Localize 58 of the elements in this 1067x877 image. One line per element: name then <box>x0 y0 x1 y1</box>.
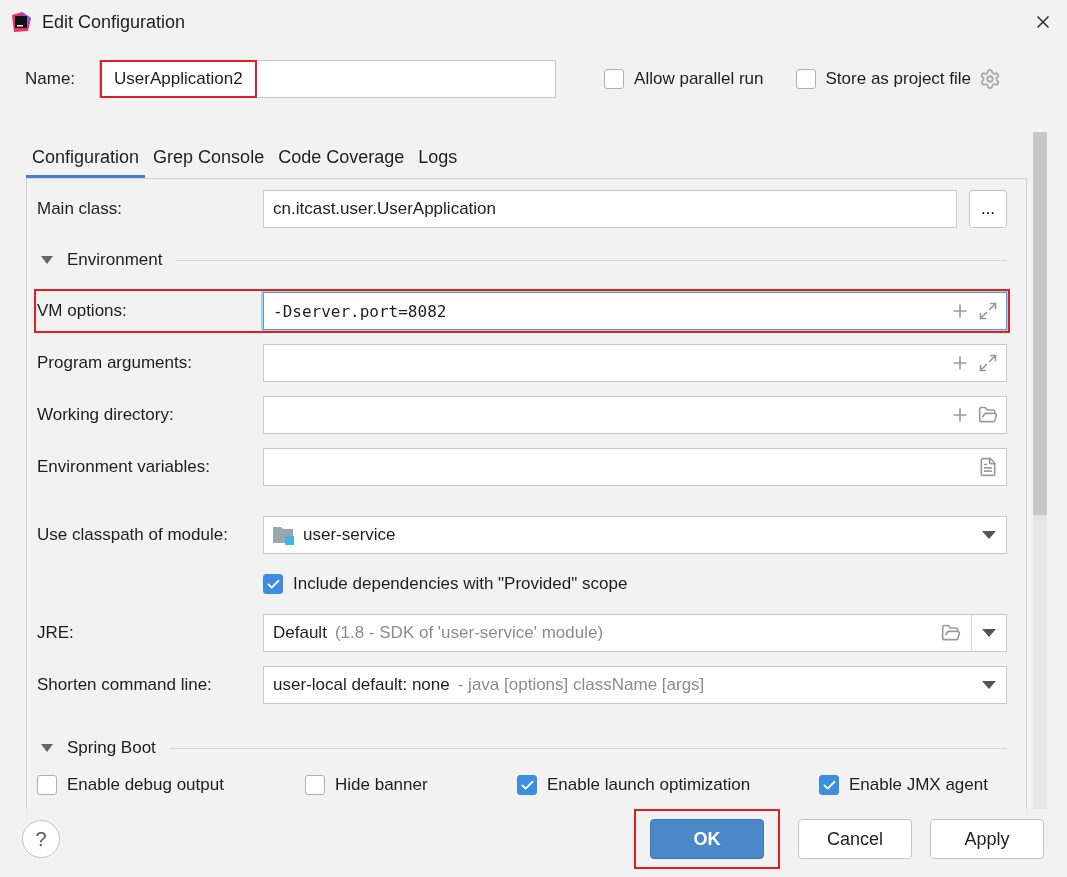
collapse-triangle-icon[interactable] <box>41 743 53 753</box>
input-field[interactable] <box>263 448 1007 486</box>
settings-icon[interactable] <box>979 68 1002 90</box>
field-label: JRE: <box>37 623 75 643</box>
tab[interactable]: Logs <box>412 132 464 178</box>
checkbox[interactable] <box>263 574 283 594</box>
checkbox-label: Store as project file <box>825 69 972 89</box>
tab[interactable]: Code Coverage <box>272 132 411 178</box>
checkbox-label: Hide banner <box>335 775 428 795</box>
section-title: Environment <box>67 250 163 270</box>
checkbox[interactable] <box>604 69 625 89</box>
checkbox[interactable] <box>37 775 57 795</box>
scrollbar[interactable] <box>1033 132 1047 809</box>
dropdown-arrow-icon[interactable] <box>982 629 996 637</box>
field-label: VM options: <box>37 301 128 321</box>
help-button[interactable]: ? <box>22 820 60 858</box>
field-label: Use classpath of module: <box>37 525 229 545</box>
section-title: Spring Boot <box>67 738 156 758</box>
checkbox[interactable] <box>305 775 325 795</box>
input-field[interactable]: cn.itcast.user.UserApplication <box>263 190 957 228</box>
dropdown[interactable]: user-local default: none - java [options] className [args] <box>263 666 1007 704</box>
module-folder-icon <box>273 525 295 545</box>
tab[interactable]: Configuration <box>26 132 146 178</box>
app-logo-icon <box>10 11 32 33</box>
input-field[interactable] <box>263 396 1007 434</box>
checkbox-label: Enable launch optimization <box>547 775 751 795</box>
checkbox-label: Enable JMX agent <box>849 775 988 795</box>
checkbox[interactable] <box>517 775 537 795</box>
checkbox[interactable] <box>819 775 839 795</box>
input-field[interactable]: -Dserver.port=8082 <box>263 292 1007 330</box>
field-label: Name: <box>25 69 76 89</box>
dialog-button[interactable]: Cancel <box>798 819 912 859</box>
input-field[interactable]: UserApplication2 <box>99 60 557 98</box>
expand-icon[interactable] <box>978 353 998 373</box>
document-icon[interactable] <box>978 457 998 477</box>
folder-icon[interactable] <box>941 623 961 643</box>
browse-button[interactable]: ... <box>969 190 1007 228</box>
dialog-button[interactable]: Apply <box>930 819 1044 859</box>
window-title: Edit Configuration <box>42 11 187 33</box>
dropdown[interactable]: Default (1.8 - SDK of 'user-service' module) <box>263 614 1007 652</box>
field-label: Shorten command line: <box>37 675 213 695</box>
dropdown[interactable]: user-service <box>263 516 1007 554</box>
tab[interactable]: Grep Console <box>147 132 271 178</box>
dialog-button[interactable]: OK <box>650 819 764 859</box>
collapse-triangle-icon[interactable] <box>41 255 53 265</box>
folder-icon[interactable] <box>978 405 998 425</box>
dropdown-arrow-icon[interactable] <box>982 681 996 689</box>
expand-icon[interactable] <box>978 301 998 321</box>
input-field[interactable] <box>263 344 1007 382</box>
checkbox-label: Enable debug output <box>67 775 224 795</box>
field-label: Main class: <box>37 199 124 219</box>
dropdown-arrow-icon[interactable] <box>982 531 996 539</box>
field-label: Working directory: <box>37 405 175 425</box>
field-label: Program arguments: <box>37 353 193 373</box>
checkbox-label: Allow parallel run <box>634 69 764 89</box>
checkbox[interactable] <box>795 69 816 89</box>
field-label: Environment variables: <box>37 457 211 477</box>
checkbox-label: Include dependencies with "Provided" scope <box>293 574 628 594</box>
